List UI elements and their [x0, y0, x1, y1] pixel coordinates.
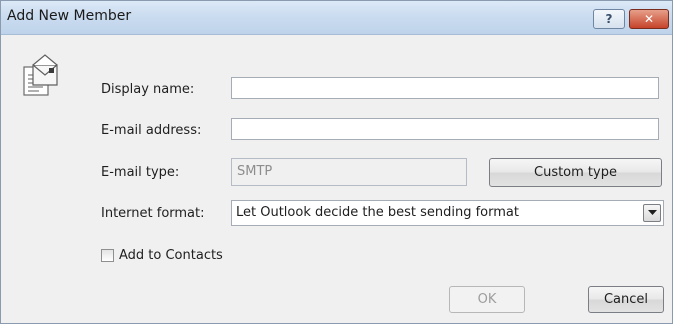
display-name-label: Display name:: [101, 82, 195, 97]
custom-type-button[interactable]: Custom type: [489, 158, 662, 187]
ok-button[interactable]: OK: [449, 286, 525, 313]
email-type-field: SMTP: [231, 158, 467, 186]
help-button[interactable]: ?: [593, 9, 625, 29]
email-address-label: E-mail address:: [101, 123, 202, 138]
chevron-down-glyph: [647, 210, 657, 215]
email-type-label: E-mail type:: [101, 165, 180, 180]
add-new-member-dialog: Add New Member ? ✕ Display name: E-mail …: [0, 0, 673, 324]
add-to-contacts-label: Add to Contacts: [119, 248, 223, 263]
add-to-contacts-row[interactable]: Add to Contacts: [101, 248, 223, 263]
help-label: ?: [605, 12, 613, 26]
add-to-contacts-checkbox[interactable]: [101, 249, 114, 262]
cancel-button[interactable]: Cancel: [588, 286, 664, 313]
email-address-input[interactable]: [231, 118, 659, 140]
internet-format-label: Internet format:: [101, 206, 205, 221]
internet-format-value: Let Outlook decide the best sending form…: [236, 205, 519, 220]
chevron-down-icon[interactable]: [643, 204, 661, 222]
internet-format-select[interactable]: Let Outlook decide the best sending form…: [231, 200, 664, 226]
title-bar[interactable]: Add New Member ? ✕: [1, 1, 672, 35]
close-button[interactable]: ✕: [629, 9, 669, 29]
dialog-title: Add New Member: [7, 8, 132, 24]
close-icon: ✕: [643, 12, 655, 26]
envelope-card-icon: [23, 54, 58, 96]
display-name-input[interactable]: [231, 77, 659, 99]
